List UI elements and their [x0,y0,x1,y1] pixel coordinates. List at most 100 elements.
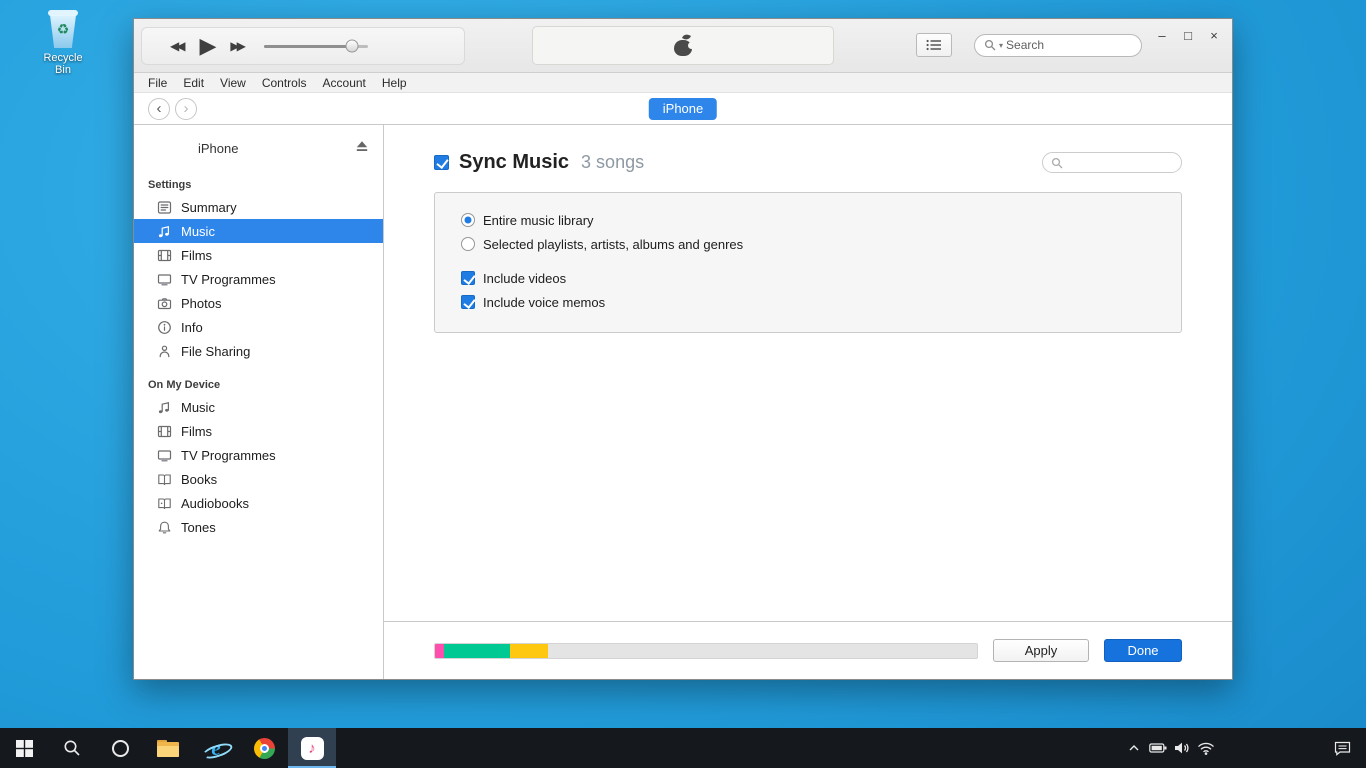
capacity-segment-video [444,644,510,658]
recycle-symbol-icon: ♻ [46,21,80,38]
tones-icon [156,519,172,535]
sidebar-item-label: Films [181,424,212,439]
capacity-segment-audio [435,644,444,658]
file-explorer-button[interactable] [144,728,192,768]
info-icon [156,319,172,335]
sidebar-item-label: Summary [181,200,237,215]
maximize-button[interactable]: □ [1176,25,1200,45]
cortana-icon [112,740,129,757]
search-input[interactable] [1006,38,1132,52]
sidebar-item-label: Photos [181,296,221,311]
sidebar-item-label: Films [181,248,212,263]
radio-label: Entire music library [483,213,594,228]
include-videos-checkbox[interactable] [461,271,475,285]
radio-entire-music-library[interactable] [461,213,475,227]
sidebar-section-settings: Settings [134,179,383,191]
include-voice-memos-checkbox[interactable] [461,295,475,309]
apply-button[interactable]: Apply [993,639,1089,662]
sidebar-item-summary[interactable]: Summary [134,195,383,219]
capacity-segment-other [510,644,548,658]
system-tray [1122,728,1366,768]
close-button[interactable]: × [1202,25,1226,45]
toolbar-search[interactable]: ▾ [974,34,1142,57]
filter-search-input[interactable] [1068,156,1173,170]
titlebar: ◀◀ ▶ ▶▶ [134,19,1232,73]
capacity-segment-free [548,644,977,658]
taskbar-search-button[interactable] [48,728,96,768]
eject-button[interactable] [355,140,369,156]
chrome-button[interactable] [240,728,288,768]
sidebar-item-label: Tones [181,520,216,535]
radio-selected-playlists[interactable] [461,237,475,251]
volume-icon[interactable] [1170,741,1194,755]
search-icon [63,739,81,757]
sidebar-item-device-tv-programmes[interactable]: TV Programmes [134,443,383,467]
minimize-button[interactable]: – [1150,25,1174,45]
audiobooks-icon [156,495,172,511]
cortana-button[interactable] [96,728,144,768]
sidebar-item-tv-programmes[interactable]: TV Programmes [134,267,383,291]
fast-forward-button[interactable]: ▶▶ [230,39,245,53]
sidebar-item-info[interactable]: Info [134,315,383,339]
media-list-button[interactable] [916,33,952,57]
page-title: Sync Music [459,151,569,174]
internet-explorer-icon: e [204,736,228,760]
summary-icon [156,199,172,215]
music-icon [156,223,172,239]
sidebar-item-file-sharing[interactable]: File Sharing [134,339,383,363]
menu-edit[interactable]: Edit [175,76,212,90]
tv-icon [156,271,172,287]
menubar: File Edit View Controls Account Help [134,73,1232,93]
sidebar-item-photos[interactable]: Photos [134,291,383,315]
back-button[interactable]: ‹ [148,98,170,120]
filter-search[interactable] [1042,152,1182,173]
window-controls: – □ × [1150,25,1226,45]
sidebar-item-audiobooks[interactable]: Audiobooks [134,491,383,515]
sidebar-item-films[interactable]: Films [134,243,383,267]
sidebar: iPhone Settings Summa [134,125,384,679]
sync-music-header: Sync Music 3 songs [384,125,1232,174]
done-button[interactable]: Done [1104,639,1182,662]
sidebar-item-tones[interactable]: Tones [134,515,383,539]
start-button[interactable] [0,728,48,768]
volume-slider-fill [264,45,352,48]
volume-slider[interactable] [264,45,368,48]
rewind-button[interactable]: ◀◀ [170,39,185,53]
sidebar-item-books[interactable]: Books [134,467,383,491]
radio-label: Selected playlists, artists, albums and … [483,237,743,252]
menu-view[interactable]: View [212,76,254,90]
list-icon [926,39,942,51]
forward-button[interactable]: › [175,98,197,120]
battery-icon[interactable] [1146,742,1170,754]
itunes-button[interactable]: ♪ [288,728,336,768]
apple-logo-icon [674,35,692,56]
music-icon [156,399,172,415]
sidebar-section-on-my-device: On My Device [134,379,383,391]
menu-file[interactable]: File [140,76,175,90]
hidden-icons-chevron[interactable] [1122,744,1146,752]
network-icon[interactable] [1194,742,1218,755]
sync-music-checkbox[interactable] [434,155,449,170]
menu-account[interactable]: Account [315,76,374,90]
footer-bar: Apply Done [384,621,1232,679]
taskbar: e ♪ [0,728,1366,768]
sidebar-item-device-films[interactable]: Films [134,419,383,443]
internet-explorer-button[interactable]: e [192,728,240,768]
menu-controls[interactable]: Controls [254,76,315,90]
checkbox-label: Include voice memos [483,295,605,310]
sidebar-item-label: TV Programmes [181,272,276,287]
device-button[interactable]: iPhone [649,98,717,120]
menu-help[interactable]: Help [374,76,415,90]
file-explorer-icon [157,740,179,757]
sidebar-item-device-music[interactable]: Music [134,395,383,419]
play-button[interactable]: ▶ [199,35,216,57]
sidebar-item-music[interactable]: Music [134,219,383,243]
recycle-bin[interactable]: ♻ Recycle Bin [34,8,92,76]
main-content: Sync Music 3 songs Entire music l [384,125,1232,679]
search-icon [984,39,996,51]
desktop: ♻ Recycle Bin ◀◀ ▶ ▶▶ [0,0,1366,768]
sidebar-item-label: Music [181,224,215,239]
volume-slider-thumb[interactable] [346,40,359,53]
action-center-icon[interactable] [1330,741,1354,756]
search-icon [1051,157,1063,169]
